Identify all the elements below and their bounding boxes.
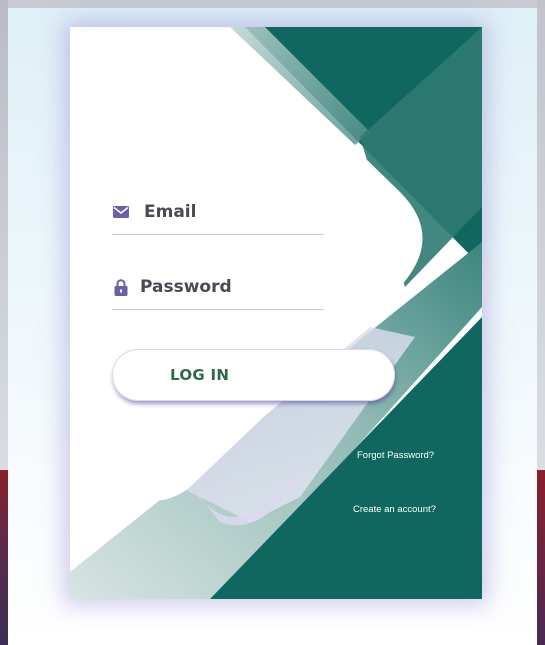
password-field[interactable]: Password — [112, 265, 324, 310]
login-button-label: LOG IN — [170, 366, 230, 384]
background-edge-left — [0, 0, 8, 470]
background-edge-top — [0, 0, 545, 8]
background-strip-right — [537, 470, 545, 645]
background-edge-right — [537, 0, 545, 470]
email-field[interactable]: Email — [112, 190, 324, 235]
login-button[interactable]: LOG IN — [112, 349, 395, 401]
envelope-icon — [112, 203, 130, 221]
create-account-link[interactable]: Create an account? — [353, 504, 436, 515]
password-label: Password — [140, 277, 232, 297]
login-card: Email Password LOG IN Forgot Password? C… — [70, 27, 482, 599]
lock-icon — [112, 278, 130, 296]
forgot-password-link[interactable]: Forgot Password? — [357, 450, 434, 461]
email-label: Email — [144, 202, 197, 222]
